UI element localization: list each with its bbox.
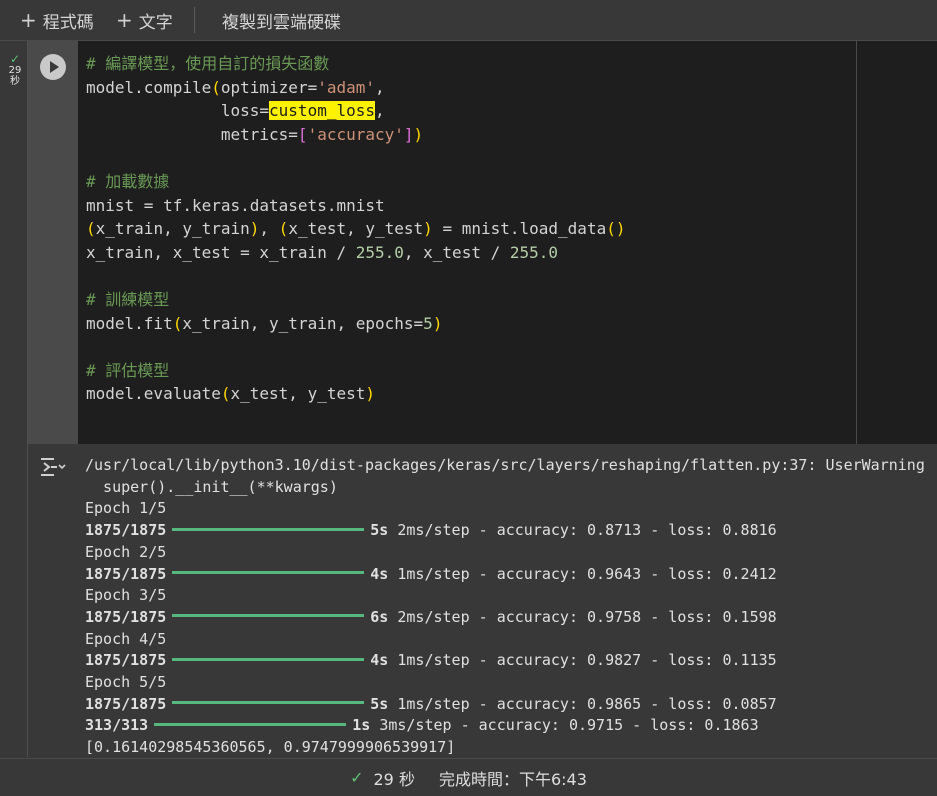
execution-status: ✓ 29 秒 bbox=[4, 52, 26, 87]
code-bracket: ) bbox=[365, 384, 375, 404]
code-token: model.evaluate bbox=[86, 384, 221, 404]
step-metrics: 1ms/step - accuracy: 0.9827 - loss: 0.11… bbox=[397, 651, 777, 670]
output-text: /usr/local/lib/python3.10/dist-packages/… bbox=[85, 455, 925, 759]
code-number: 255.0 bbox=[509, 242, 559, 262]
copy-to-drive-button[interactable]: 複製到雲端硬碟 bbox=[222, 0, 341, 40]
progress-bar bbox=[172, 657, 365, 661]
status-bar: ✓ 29 秒 完成時間：下午6:43 bbox=[0, 758, 937, 796]
step-time: 4s bbox=[370, 564, 389, 583]
code-bracket: ( bbox=[211, 77, 221, 97]
execution-time: 29 bbox=[8, 65, 22, 76]
progress-bar bbox=[172, 614, 365, 618]
code-comment: # 訓練模型 bbox=[86, 289, 170, 309]
step-metrics: 1ms/step - accuracy: 0.9643 - loss: 0.24… bbox=[397, 564, 777, 583]
add-text-button[interactable]: + 文字 bbox=[116, 0, 173, 40]
code-bracket: ) bbox=[413, 124, 424, 144]
code-bracket: ) bbox=[249, 219, 260, 239]
step-time: 1s bbox=[352, 716, 371, 735]
code-token: x_train, y_train bbox=[95, 219, 250, 239]
output-icon-svg bbox=[41, 458, 66, 476]
code-bracket: ( bbox=[220, 384, 231, 404]
code-token: model.fit bbox=[86, 313, 173, 333]
step-time: 6s bbox=[370, 607, 389, 626]
code-comment: # 評估模型 bbox=[86, 360, 170, 380]
step-time: 4s bbox=[370, 651, 389, 670]
code-bracket: () bbox=[606, 219, 626, 239]
code-number: 5 bbox=[423, 313, 433, 333]
step-count: 1875/1875 bbox=[85, 694, 167, 713]
code-comment: # 加載數據 bbox=[86, 171, 170, 191]
code-token: model.compile bbox=[86, 77, 212, 97]
code-token: , x_test / bbox=[403, 242, 510, 262]
code-token: optimizer= bbox=[220, 77, 318, 97]
editor-side-panel bbox=[856, 41, 937, 444]
code-token: metrics= bbox=[86, 124, 298, 144]
code-string: 'accuracy' bbox=[307, 124, 404, 144]
execution-time-unit: 秒 bbox=[10, 76, 20, 87]
toolbar: + 程式碼 + 文字 複製到雲端硬碟 bbox=[0, 0, 937, 41]
add-code-button[interactable]: + 程式碼 bbox=[20, 0, 94, 40]
code-token: x_test, y_test bbox=[230, 384, 366, 404]
code-bracket: ) bbox=[432, 313, 443, 333]
progress-bar bbox=[172, 527, 365, 531]
code-token: = mnist.load_data bbox=[432, 219, 607, 239]
check-icon: ✓ bbox=[350, 768, 364, 787]
warning-line: super().__init__(**kwargs) bbox=[85, 477, 338, 496]
cell-gutter bbox=[0, 41, 28, 757]
check-icon: ✓ bbox=[9, 52, 21, 66]
plus-icon: + bbox=[116, 8, 133, 32]
code-content[interactable]: # 編譯模型，使用自訂的損失函數 model.compile(optimizer… bbox=[86, 52, 625, 406]
code-comment: # 編譯模型，使用自訂的損失函數 bbox=[86, 54, 330, 73]
code-string: 'adam' bbox=[317, 77, 375, 97]
code-token: , bbox=[375, 77, 385, 97]
code-bracket: ( bbox=[86, 219, 96, 239]
progress-bar bbox=[172, 571, 365, 575]
code-token: loss= bbox=[86, 101, 270, 121]
epoch-label: Epoch 4/5 bbox=[85, 629, 167, 648]
step-count: 1875/1875 bbox=[85, 651, 167, 670]
code-token: , bbox=[375, 101, 385, 121]
step-metrics: 2ms/step - accuracy: 0.9758 - loss: 0.15… bbox=[397, 607, 777, 626]
epoch-label: Epoch 5/5 bbox=[85, 673, 167, 692]
code-token: x_train, y_train, epochs= bbox=[182, 313, 424, 333]
code-bracket: ] bbox=[403, 124, 414, 144]
epoch-label: Epoch 1/5 bbox=[85, 499, 167, 518]
warning-line: /usr/local/lib/python3.10/dist-packages/… bbox=[85, 456, 925, 474]
step-metrics: 2ms/step - accuracy: 0.8713 - loss: 0.88… bbox=[397, 521, 777, 540]
completion-time: 完成時間：下午6:43 bbox=[438, 769, 587, 789]
run-cell-button[interactable] bbox=[40, 54, 66, 80]
output-menu-icon[interactable] bbox=[40, 456, 66, 478]
code-token: , bbox=[259, 219, 279, 239]
code-bracket: ( bbox=[278, 219, 289, 239]
execution-duration: 29 秒 bbox=[373, 769, 415, 789]
code-token: x_test, y_test bbox=[288, 219, 424, 239]
step-metrics: 3ms/step - accuracy: 0.9715 - loss: 0.18… bbox=[379, 716, 759, 735]
evaluation-result: [0.16140298545360565, 0.9747999906539917… bbox=[85, 738, 456, 757]
step-metrics: 1ms/step - accuracy: 0.9865 - loss: 0.08… bbox=[397, 694, 777, 713]
code-bracket: ( bbox=[172, 313, 183, 333]
code-token: mnist = tf.keras.datasets.mnist bbox=[86, 195, 385, 215]
epoch-label: Epoch 3/5 bbox=[85, 586, 167, 605]
run-column bbox=[28, 41, 78, 444]
step-time: 5s bbox=[370, 694, 389, 713]
add-text-label: 文字 bbox=[138, 12, 173, 33]
progress-bar bbox=[154, 722, 347, 726]
copy-to-drive-label: 複製到雲端硬碟 bbox=[222, 12, 341, 33]
code-bracket: ) bbox=[423, 219, 433, 239]
progress-bar bbox=[172, 701, 365, 705]
add-code-label: 程式碼 bbox=[42, 12, 94, 33]
step-count: 1875/1875 bbox=[85, 521, 167, 540]
step-count: 313/313 bbox=[85, 716, 149, 735]
plus-icon: + bbox=[20, 8, 37, 32]
toolbar-divider bbox=[194, 7, 195, 33]
step-count: 1875/1875 bbox=[85, 607, 167, 626]
code-bracket: [ bbox=[297, 124, 308, 144]
highlighted-token: custom_loss bbox=[269, 101, 375, 121]
step-count: 1875/1875 bbox=[85, 564, 167, 583]
step-time: 5s bbox=[370, 521, 389, 540]
code-number: 255.0 bbox=[355, 242, 404, 262]
code-token: x_train, x_test = x_train / bbox=[86, 242, 356, 262]
epoch-label: Epoch 2/5 bbox=[85, 542, 167, 561]
